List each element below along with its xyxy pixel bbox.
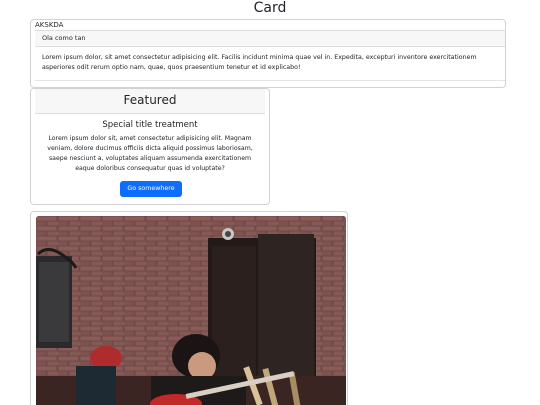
page-title: Card xyxy=(253,0,287,16)
info-card: AKSKDA Ola como tan Lorem ipsum dolor, s… xyxy=(30,19,506,88)
guitarist-photo xyxy=(36,216,346,405)
go-somewhere-button[interactable]: Go somewhere xyxy=(120,181,182,197)
image-card xyxy=(30,211,348,405)
featured-card: Featured Special title treatment Lorem i… xyxy=(30,88,270,205)
featured-card-title: Special title treatment xyxy=(102,120,198,130)
featured-card-text: Lorem ipsum dolor sit, amet consectetur … xyxy=(47,135,253,172)
card-header: Ola como tan xyxy=(35,30,505,47)
card-title: AKSKDA xyxy=(35,21,64,29)
featured-card-header: Featured xyxy=(35,89,265,114)
card-body-text: Lorem ipsum dolor, sit amet consectetur … xyxy=(35,47,505,81)
